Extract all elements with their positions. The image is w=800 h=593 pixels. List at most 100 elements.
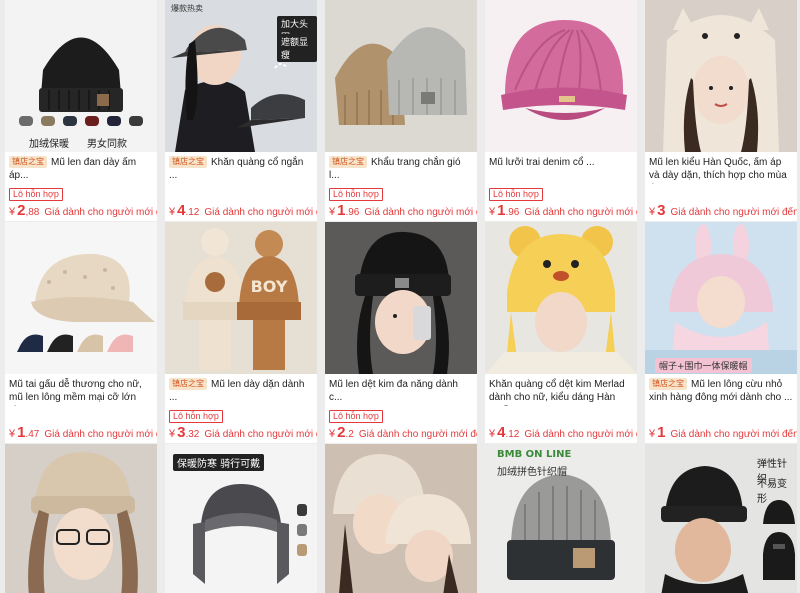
image-caption: 男女同款	[87, 139, 127, 150]
product-card[interactable]	[5, 444, 157, 593]
knit-hat-icon	[335, 27, 467, 125]
price: ¥1 Giá dành cho người mới đến	[645, 422, 797, 443]
svg-text:BOY: BOY	[251, 277, 288, 296]
product-image[interactable]	[325, 444, 477, 593]
fluffy-beanie-icon	[28, 452, 138, 593]
newcomer-price-note: Giá dành cho người mới đến	[44, 429, 157, 440]
currency-symbol: ¥	[329, 206, 336, 218]
bear-hat-icon	[485, 226, 637, 374]
mixed-lot-badge: Lô hỗn hợp	[329, 410, 383, 423]
price-decimal: .12	[505, 429, 520, 440]
product-title[interactable]: 镇店之宝 Khẩu trang chắn gió l...	[325, 152, 477, 184]
price-decimal: .96	[505, 207, 520, 218]
mixed-lot-badge: Lô hỗn hợp	[329, 188, 383, 201]
product-image[interactable]	[645, 0, 797, 152]
beanie-hat-icon	[19, 37, 143, 126]
price-decimal: ,88	[25, 207, 40, 218]
product-card[interactable]: 保暖防寒 骑行可戴	[165, 444, 317, 593]
currency-symbol: ¥	[489, 206, 496, 218]
product-image[interactable]: BMB ON LINE 加绒拼色针织帽	[485, 444, 637, 593]
price-decimal: .96	[345, 207, 360, 218]
mixed-lot-badge: Lô hỗn hợp	[9, 188, 63, 201]
product-title[interactable]: Mũ lưỡi trai denim cổ ...	[485, 152, 637, 184]
price: ¥1.47Giá dành cho người mới đến	[5, 422, 157, 443]
product-card[interactable]: Mũ len kiểu Hàn Quốc, ấm áp và dày dặn, …	[645, 0, 797, 221]
product-card[interactable]: 帽子+围巾一体保暖帽 镇店之宝 Mũ len lông cừu nhỏ xinh …	[645, 222, 797, 443]
product-card[interactable]: 镇店之宝 Khẩu trang chắn gió l... Lô hỗn hợp …	[325, 0, 477, 221]
image-label: 爆款热卖	[171, 4, 203, 13]
product-title[interactable]: 镇店之宝 Mũ len đan dày ấm áp...	[5, 152, 157, 184]
product-card[interactable]: 爆款热卖 加大头围 遮额显瘦 镇店之宝Khăn quàng cổ ngắn ..…	[165, 0, 317, 221]
price-integer: 1	[657, 424, 666, 441]
image-caption: 不易变形	[757, 479, 787, 505]
newcomer-price-note: Giá dành cho người mới đến	[364, 207, 477, 218]
teddy-cap-icon	[17, 253, 155, 352]
product-card[interactable]: BOY 镇店之宝 Mũ len dày dặn dành ... Lô hỗn h…	[165, 222, 317, 443]
product-image[interactable]	[325, 0, 477, 152]
shop-tag: 镇店之宝	[169, 156, 207, 168]
newcomer-price-note: Giá dành cho người mới đến	[44, 207, 157, 218]
price: ¥2,88Giá dành cho người mới đến	[5, 200, 157, 221]
product-card[interactable]: BMB ON LINE 加绒拼色针织帽	[485, 444, 637, 593]
product-image[interactable]	[5, 444, 157, 593]
product-image[interactable]: 爆款热卖 加大头围 遮额显瘦	[165, 0, 317, 152]
product-title[interactable]: Mũ tai gấu dễ thương cho nữ, mũ len lông…	[5, 374, 157, 406]
product-card[interactable]	[325, 444, 477, 593]
price: ¥1.96Giá dành cho người mới đến	[485, 200, 637, 221]
currency-symbol: ¥	[649, 206, 656, 218]
newcomer-price-note: Giá dành cho người mới đến	[524, 207, 637, 218]
product-image[interactable]	[485, 0, 637, 152]
price: ¥4.12Giá dành cho người mới đến	[165, 200, 317, 221]
currency-symbol: ¥	[9, 428, 16, 440]
currency-symbol: ¥	[489, 428, 496, 440]
product-title-text[interactable]: Khăn quàng cổ dệt kim Merlad dành cho nữ…	[489, 379, 625, 406]
newcomer-price-note: Giá dành cho người mới đến	[670, 207, 797, 218]
product-title-text[interactable]: Mũ lưỡi trai denim cổ ...	[489, 157, 595, 168]
product-title[interactable]: Mũ len dệt kim đa năng dành c...	[325, 374, 477, 406]
bunny-hat-icon	[645, 224, 797, 374]
currency-symbol: ¥	[169, 428, 176, 440]
product-card[interactable]: Khăn quàng cổ dệt kim Merlad dành cho nữ…	[485, 222, 637, 443]
price-integer: 3	[657, 202, 666, 219]
price: ¥4.12Giá dành cho người mới đến	[485, 422, 637, 443]
product-title[interactable]: 镇店之宝 Mũ len lông cừu nhỏ xinh hàng đông m…	[645, 374, 797, 406]
shop-tag: 镇店之宝	[169, 378, 207, 390]
product-image[interactable]	[325, 222, 477, 374]
product-card[interactable]: Mũ tai gấu dễ thương cho nữ, mũ len lông…	[5, 222, 157, 443]
product-card[interactable]: Mũ len dệt kim đa năng dành c... Lô hỗn …	[325, 222, 477, 443]
product-title[interactable]: 镇店之宝 Khăn quàng cổ ngắn ...	[165, 152, 317, 184]
currency-symbol: ¥	[169, 206, 176, 218]
mixed-lot-badge: Lô hỗn hợp	[169, 410, 223, 423]
product-card[interactable]: 弹性针织 不易变形	[645, 444, 797, 593]
product-card[interactable]: Mũ lưỡi trai denim cổ ... Lô hỗn hợp ¥1.…	[485, 0, 637, 221]
newcomer-price-note: Giá dành cho người mới đến	[524, 429, 637, 440]
product-title-text[interactable]: Mũ tai gấu dễ thương cho nữ, mũ len lông…	[9, 379, 142, 406]
product-image[interactable]: 加绒保暖 男女同款	[5, 0, 157, 152]
product-title[interactable]: Khăn quàng cổ dệt kim Merlad dành cho nữ…	[485, 374, 637, 406]
image-caption: 帽子+围巾一体保暖帽	[655, 358, 752, 373]
currency-symbol: ¥	[329, 428, 336, 440]
product-image[interactable]	[485, 222, 637, 374]
dark-beanie-icon	[325, 222, 477, 374]
product-title-text[interactable]: Mũ len kiểu Hàn Quốc, ấm áp và dày dặn, …	[649, 157, 787, 184]
shop-tag: 镇店之宝	[9, 156, 47, 168]
shop-tag: 镇店之宝	[649, 378, 687, 390]
image-caption: 遮额显瘦	[277, 34, 317, 62]
product-title[interactable]: Mũ len kiểu Hàn Quốc, ấm áp và dày dặn, …	[645, 152, 797, 184]
product-image[interactable]: BOY	[165, 222, 317, 374]
price: ¥3.32Giá dành cho người mới đến	[165, 422, 317, 443]
newcomer-price-note: Giá dành cho người mới đến	[358, 429, 477, 440]
product-image[interactable]: 保暖防寒 骑行可戴	[165, 444, 317, 593]
product-title-text[interactable]: Mũ len dệt kim đa năng dành c...	[329, 379, 458, 403]
price-decimal: .32	[185, 429, 200, 440]
product-image[interactable]: 弹性针织 不易变形	[645, 444, 797, 593]
newsboy-cap-icon	[501, 20, 627, 120]
plush-hat-icon	[663, 8, 779, 152]
image-caption: 保暖防寒 骑行可戴	[173, 454, 265, 471]
product-image[interactable]	[5, 222, 157, 374]
shop-tag: 镇店之宝	[329, 156, 367, 168]
currency-symbol: ¥	[649, 428, 656, 440]
product-card[interactable]: 加绒保暖 男女同款 镇店之宝 Mũ len đan dày ấm áp... Lô…	[5, 0, 157, 221]
product-title[interactable]: 镇店之宝 Mũ len dày dặn dành ...	[165, 374, 317, 406]
product-image[interactable]: 帽子+围巾一体保暖帽	[645, 222, 797, 374]
